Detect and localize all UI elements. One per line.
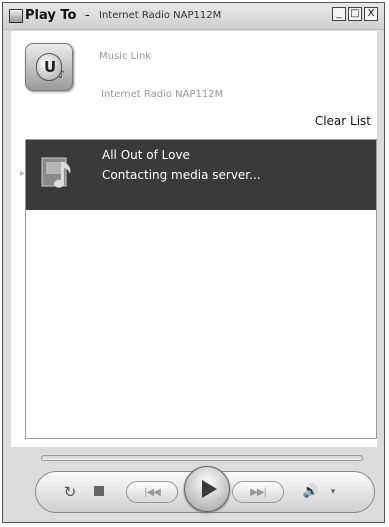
content-area: U ♪ Music Link Internet Radio NAP112M Cl… (11, 31, 377, 447)
window-device-title: Internet Radio NAP112M (99, 10, 222, 21)
close-button[interactable]: X (364, 7, 378, 21)
previous-button[interactable]: |◀◀ (126, 481, 178, 503)
device-header: U ♪ Music Link Internet Radio NAP112M Cl… (11, 31, 377, 139)
playlist[interactable]: ▸ All Out of Love Contacting media serve… (20, 139, 377, 439)
music-note-icon: ♪ (58, 68, 66, 81)
window-title: Play To (25, 8, 77, 23)
music-file-icon (41, 157, 71, 188)
next-button[interactable]: ▶▶| (232, 481, 284, 503)
play-to-window: Play To - Internet Radio NAP112M _ □ X U… (2, 2, 385, 523)
headphones-icon: U ♪ (25, 43, 73, 91)
row-indicator-icon: ▸ (20, 168, 26, 179)
maximize-button[interactable]: □ (348, 7, 362, 21)
music-link-label: Music Link (99, 51, 152, 62)
player-controls: ↻ |◀◀ ▶▶| 🔊 ▾ (35, 466, 375, 513)
repeat-icon[interactable]: ↻ (60, 482, 80, 502)
volume-icon[interactable]: 🔊 (300, 482, 322, 502)
window-controls: _ □ X (330, 7, 378, 21)
device-name-label: Internet Radio NAP112M (101, 89, 224, 100)
playlist-row[interactable]: ▸ All Out of Love Contacting media serve… (20, 140, 376, 210)
volume-dropdown-icon[interactable]: ▾ (328, 482, 338, 502)
minimize-button[interactable]: _ (332, 7, 346, 21)
app-icon (9, 9, 23, 23)
play-icon (202, 480, 217, 498)
title-bar[interactable]: Play To - Internet Radio NAP112M _ □ X (3, 3, 384, 30)
clear-list-link[interactable]: Clear List (315, 114, 371, 128)
track-title: All Out of Love (102, 148, 190, 162)
title-separator: - (85, 8, 90, 23)
seek-bar[interactable] (41, 455, 363, 461)
play-button[interactable] (184, 466, 230, 512)
track-status: Contacting media server... (102, 168, 261, 182)
headphones-letter: U (44, 58, 57, 76)
stop-button[interactable] (94, 486, 104, 496)
